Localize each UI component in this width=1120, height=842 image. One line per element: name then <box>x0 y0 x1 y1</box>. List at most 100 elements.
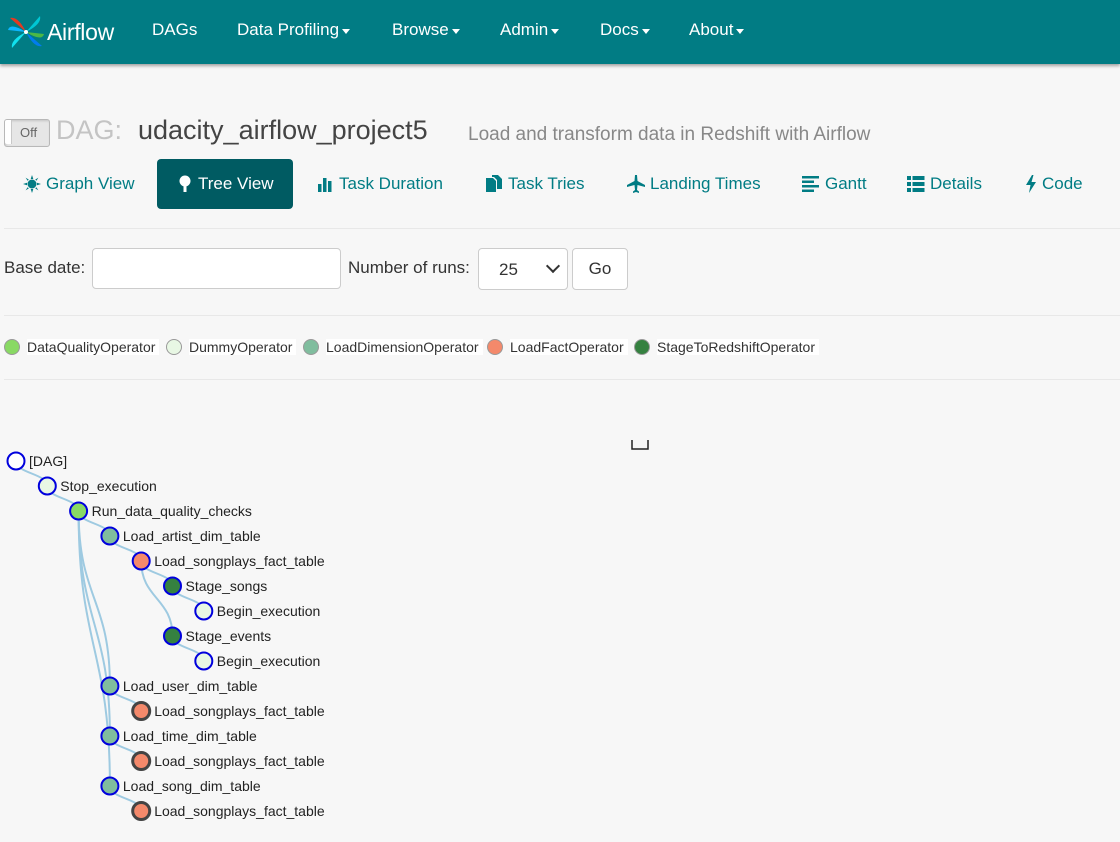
nav-admin[interactable]: Admin <box>500 20 560 40</box>
nav-dags[interactable]: DAGs <box>152 20 197 40</box>
task-node-label[interactable]: Load_time_dim_table <box>123 728 257 744</box>
task-node-label[interactable]: Run_data_quality_checks <box>92 503 252 519</box>
task-node-circle[interactable] <box>194 601 214 621</box>
task-node-label[interactable]: Stage_songs <box>186 578 268 594</box>
dag-title: udacity_airflow_project5 <box>138 115 428 145</box>
tab-task-tries[interactable]: Task Tries <box>485 159 585 209</box>
divider <box>4 315 1120 316</box>
legend-label: DataQualityOperator <box>27 339 160 355</box>
nav-docs[interactable]: Docs <box>600 20 650 40</box>
tab-graph-view[interactable]: Graph View <box>23 159 135 209</box>
tab-label: Gantt <box>825 174 867 193</box>
task-node-label[interactable]: Begin_execution <box>217 653 321 669</box>
task-node-circle[interactable] <box>100 676 120 696</box>
align-left-icon <box>802 176 819 192</box>
legend-swatch <box>4 339 20 355</box>
chevron-down-icon <box>545 258 561 274</box>
nav-label: Admin <box>500 20 549 39</box>
legend-item-loadfactoperator: LoadFactOperator <box>487 336 628 358</box>
tree-node[interactable]: Load_songplays_fact_table <box>131 751 325 771</box>
nav-label: Browse <box>392 20 449 39</box>
tree-node[interactable]: Stage_songs <box>163 576 268 596</box>
tab-tree-view[interactable]: Tree View <box>157 159 293 209</box>
divider <box>4 228 1120 229</box>
tab-label: Graph View <box>46 174 135 193</box>
task-node-circle[interactable] <box>194 651 214 671</box>
task-node-label[interactable]: Stop_execution <box>60 478 157 494</box>
tree-node[interactable]: Stage_events <box>163 626 272 646</box>
tree-node[interactable]: Stop_execution <box>37 476 157 496</box>
tab-label: Task Duration <box>339 174 443 193</box>
task-node-circle[interactable] <box>131 801 152 821</box>
caret-down-icon <box>451 28 460 34</box>
task-node-label[interactable]: Load_song_dim_table <box>123 778 261 794</box>
legend-item-loaddimensionoperator: LoadDimensionOperator <box>303 336 483 358</box>
nav-label: About <box>689 20 734 39</box>
tab-label: Code <box>1042 174 1083 193</box>
task-node-circle[interactable] <box>69 501 89 521</box>
task-node-label[interactable]: Load_artist_dim_table <box>123 528 261 544</box>
tree-node[interactable]: [DAG] <box>6 451 68 471</box>
tree-icon <box>179 175 191 192</box>
task-node-circle[interactable] <box>37 476 57 496</box>
list-icon <box>907 176 925 192</box>
tree-node[interactable]: Begin_execution <box>194 601 321 621</box>
legend-label: LoadDimensionOperator <box>326 339 483 355</box>
task-node-circle[interactable] <box>100 526 120 546</box>
tree-node[interactable]: Run_data_quality_checks <box>69 501 252 521</box>
task-node-label[interactable]: [DAG] <box>29 453 67 469</box>
caret-down-icon <box>736 28 745 34</box>
tree-node[interactable]: Load_time_dim_table <box>100 726 257 746</box>
task-node-label[interactable]: Begin_execution <box>217 603 321 619</box>
dag-pause-toggle[interactable]: Off <box>4 119 50 147</box>
tree-node[interactable]: Load_user_dim_table <box>100 676 258 696</box>
task-node-label[interactable]: Load_songplays_fact_table <box>154 553 325 569</box>
tree-node[interactable]: Load_artist_dim_table <box>100 526 261 546</box>
brand[interactable]: Airflow <box>6 12 114 52</box>
tree-node[interactable]: Load_songplays_fact_table <box>131 801 325 821</box>
tree-node[interactable]: Begin_execution <box>194 651 321 671</box>
tab-label: Task Tries <box>508 174 585 193</box>
tree-node[interactable]: Load_songplays_fact_table <box>131 551 325 571</box>
nav-label: DAGs <box>152 20 198 39</box>
task-node-circle[interactable] <box>163 626 182 646</box>
task-node-label[interactable]: Load_songplays_fact_table <box>154 803 325 819</box>
tab-task-duration[interactable]: Task Duration <box>317 159 443 209</box>
legend-swatch <box>487 339 503 355</box>
task-node-circle[interactable] <box>163 576 182 596</box>
tab-gantt[interactable]: Gantt <box>802 159 867 209</box>
task-node-label[interactable]: Stage_events <box>186 628 272 644</box>
caret-down-icon <box>641 28 650 34</box>
task-node-circle[interactable] <box>131 751 152 771</box>
tab-label: Landing Times <box>650 174 761 193</box>
task-node-label[interactable]: Load_songplays_fact_table <box>154 703 325 719</box>
task-node-label[interactable]: Load_user_dim_table <box>123 678 258 694</box>
task-node-circle[interactable] <box>131 701 152 721</box>
nav-about[interactable]: About <box>689 20 745 40</box>
legend-label: DummyOperator <box>189 339 297 355</box>
task-node-circle[interactable] <box>100 776 120 796</box>
tree-link <box>77 510 111 787</box>
tab-details[interactable]: Details <box>907 159 982 209</box>
tab-code[interactable]: Code <box>1025 159 1083 209</box>
task-node-circle[interactable] <box>100 726 120 746</box>
sun-icon <box>23 175 41 193</box>
tree-link <box>140 560 174 637</box>
tree-node[interactable]: Load_song_dim_table <box>100 776 261 796</box>
toggle-label: Off <box>20 125 38 140</box>
task-node-circle[interactable] <box>131 551 151 571</box>
nav-label: Docs <box>600 20 639 39</box>
top-navbar: Airflow DAGs Data Profiling Browse Admin… <box>0 0 1120 64</box>
task-node-circle[interactable] <box>6 451 26 471</box>
legend-label: StageToRedshiftOperator <box>657 339 819 355</box>
tree-node[interactable]: Load_songplays_fact_table <box>131 701 325 721</box>
num-runs-value: 25 <box>499 260 518 279</box>
bracket-marker <box>631 440 649 450</box>
go-button[interactable]: Go <box>572 248 628 290</box>
num-runs-select[interactable]: 25 <box>478 248 568 290</box>
tab-landing-times[interactable]: Landing Times <box>627 159 761 209</box>
nav-browse[interactable]: Browse <box>392 20 460 40</box>
base-date-input[interactable] <box>92 248 341 289</box>
nav-data-profiling[interactable]: Data Profiling <box>237 20 351 40</box>
task-node-label[interactable]: Load_songplays_fact_table <box>154 753 325 769</box>
